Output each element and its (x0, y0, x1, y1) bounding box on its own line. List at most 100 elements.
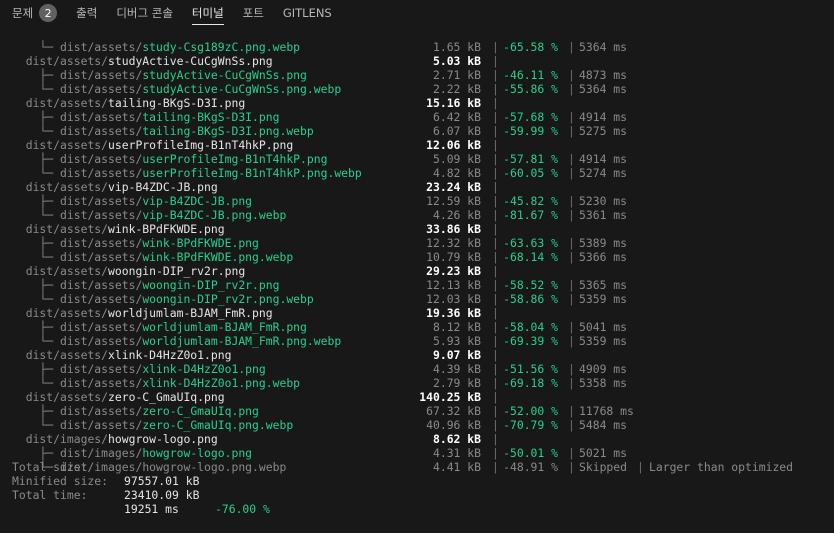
column-separator: | (568, 320, 575, 334)
terminal-line: └─ dist/assets/woongin-DIP_rv2r.png.webp… (0, 292, 834, 306)
file-name: userProfileImg-B1nT4hkP.png (142, 152, 328, 166)
column-separator: | (568, 376, 575, 390)
tab-output[interactable]: 출력 (76, 0, 97, 26)
terminal-line: ├─ dist/assets/userProfileImg-B1nT4hkP.p… (0, 152, 834, 166)
total-time-row: Total time: 19251 ms (12, 474, 179, 516)
tab-terminal[interactable]: 터미널 (191, 0, 224, 26)
tree-branch: ├─ (39, 362, 61, 376)
column-separator: | (492, 362, 499, 376)
tab-debug-console[interactable]: 디버그 콘솔 (116, 0, 173, 26)
file-name: userProfileImg-B1nT4hkP.png.webp (142, 166, 362, 180)
column-separator: | (492, 68, 499, 82)
column-separator: | (568, 194, 575, 208)
file-size: 40.96 kB (426, 418, 481, 432)
process-time: 5484 ms (579, 418, 628, 432)
file-name: study-Csg189zC.png.webp (142, 40, 301, 54)
file-name: zero-C_GmaUIq.png.webp (142, 418, 294, 432)
panel-tab-bar: 문제 2 출력 디버그 콘솔 터미널 포트 GITLENS (0, 0, 834, 26)
column-separator: | (492, 236, 499, 250)
file-dir: dist/assets/ (25, 138, 109, 152)
file-name: vip-B4ZDC-JB.png (108, 180, 218, 194)
file-dir: dist/assets/ (60, 362, 143, 376)
file-dir: dist/assets/ (60, 376, 143, 390)
minified-size-value: 23410.09 kB (124, 488, 200, 502)
file-dir: dist/assets/ (60, 334, 143, 348)
size-change-percent: -68.14 % (503, 250, 558, 264)
file-name: wink-BPdFKWDE.png (142, 236, 259, 250)
file-size: 4.26 kB (432, 208, 481, 222)
file-path: dist/assets/xlink-D4HzZ0o1.png (12, 348, 232, 362)
file-name: howgrow-logo.png (142, 446, 253, 460)
column-separator: | (568, 166, 575, 180)
terminal-line: └─ dist/assets/study-Csg189zC.png.webp 1.… (0, 40, 834, 54)
file-dir: dist/assets/ (60, 194, 143, 208)
column-separator: | (568, 40, 575, 54)
tab-ports[interactable]: 포트 (243, 0, 264, 26)
column-separator: | (492, 54, 499, 68)
size-change-percent: -51.56 % (503, 362, 558, 376)
file-path: └─ dist/assets/study-Csg189zC.png.webp (12, 40, 300, 54)
file-path: ├─ dist/assets/wink-BPdFKWDE.png (12, 236, 259, 250)
file-dir: dist/assets/ (60, 278, 143, 292)
column-separator: | (568, 152, 575, 166)
process-time: 5389 ms (579, 236, 628, 250)
tree-branch: └─ (39, 82, 61, 96)
file-name: studyActive-CuCgWnSs.png (108, 54, 273, 68)
terminal-line: └─ dist/assets/tailing-BKgS-D3I.png.webp… (0, 124, 834, 138)
file-path: dist/assets/tailing-BKgS-D3I.png (12, 96, 245, 110)
file-name: vip-B4ZDC-JB.png.webp (142, 208, 287, 222)
tree-branch: ├─ (39, 110, 61, 124)
file-dir: dist/assets/ (25, 348, 109, 362)
terminal-line: ├─ dist/assets/tailing-BKgS-D3I.png 6.42 … (0, 110, 834, 124)
tree-branch: └─ (39, 292, 61, 306)
file-size: 8.12 kB (432, 320, 481, 334)
file-path: ├─ dist/assets/studyActive-CuCgWnSs.png (12, 68, 307, 82)
file-name: howgrow-logo.png (108, 432, 218, 446)
terminal-output[interactable]: └─ dist/assets/study-Csg189zC.png.webp 1.… (0, 40, 834, 533)
file-path: ├─ dist/assets/xlink-D4HzZ0o1.png (12, 362, 265, 376)
process-time: 5366 ms (579, 250, 628, 264)
file-name: studyActive-CuCgWnSs.png (142, 68, 307, 82)
file-size: 2.71 kB (432, 68, 481, 82)
file-name: worldjumlam-BJAM_FmR.png (108, 306, 273, 320)
size-change-percent: -58.52 % (503, 278, 558, 292)
file-path: ├─ dist/assets/tailing-BKgS-D3I.png (12, 110, 279, 124)
file-path: └─ dist/assets/vip-B4ZDC-JB.png.webp (12, 208, 286, 222)
column-separator: | (492, 264, 499, 278)
tab-problems[interactable]: 문제 2 (12, 0, 58, 26)
tree-branch: └─ (39, 166, 61, 180)
column-separator: | (492, 166, 499, 180)
terminal-line: dist/assets/worldjumlam-BJAM_FmR.png 19.3… (0, 306, 834, 320)
file-path: └─ dist/assets/woongin-DIP_rv2r.png.webp (12, 292, 313, 306)
file-size: 6.42 kB (432, 110, 481, 124)
file-path: └─ dist/assets/studyActive-CuCgWnSs.png.… (12, 82, 341, 96)
process-time: 5361 ms (579, 208, 628, 222)
tab-gitlens[interactable]: GITLENS (283, 0, 332, 26)
minified-size-percent: -76.00 % (215, 502, 270, 516)
tab-output-label: 출력 (76, 6, 98, 20)
file-size: 4.82 kB (432, 166, 481, 180)
file-name: vip-B4ZDC-JB.png (142, 194, 253, 208)
file-size: 140.25 kB (419, 390, 481, 404)
tree-branch: ├─ (39, 278, 61, 292)
file-dir: dist/assets/ (25, 54, 109, 68)
column-separator: | (492, 278, 499, 292)
size-change-percent: -63.63 % (503, 236, 558, 250)
column-separator: | (568, 110, 575, 124)
total-size-value: 97557.01 kB (124, 474, 200, 488)
size-change-percent: -58.04 % (503, 320, 558, 334)
process-time: 4873 ms (579, 68, 628, 82)
terminal-line: ├─ dist/assets/woongin-DIP_rv2r.png 12.13… (0, 278, 834, 292)
column-separator: | (492, 376, 499, 390)
column-separator: | (568, 334, 575, 348)
column-separator: | (492, 138, 499, 152)
file-size: 5.03 kB (432, 54, 481, 68)
file-size: 1.65 kB (432, 40, 481, 54)
column-separator: | (492, 110, 499, 124)
terminal-line: ├─ dist/assets/vip-B4ZDC-JB.png 12.59 kB |… (0, 194, 834, 208)
tree-branch: └─ (39, 124, 61, 138)
file-name: wink-BPdFKWDE.png (108, 222, 225, 236)
tree-branch: └─ (39, 334, 61, 348)
size-change-percent: -70.79 % (503, 418, 558, 432)
file-name: tailing-BKgS-D3I.png.webp (142, 124, 314, 138)
